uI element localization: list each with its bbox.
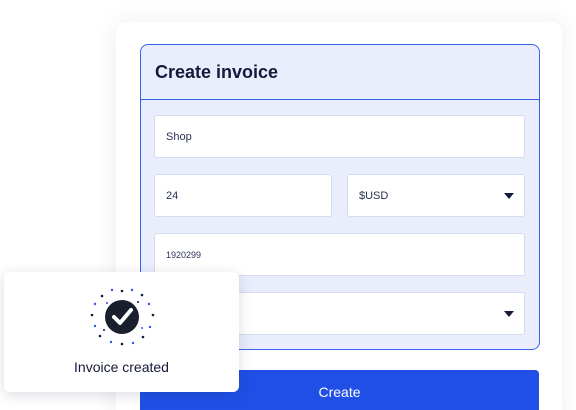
currency-select[interactable]: $USD	[347, 174, 525, 217]
chevron-down-icon	[504, 192, 514, 199]
currency-value: $USD	[359, 189, 389, 202]
check-circle-icon	[90, 288, 155, 346]
amount-field[interactable]: 24	[154, 174, 332, 217]
chevron-down-icon	[504, 310, 514, 317]
success-toast: Invoice created	[4, 272, 239, 392]
toast-message: Invoice created	[74, 359, 169, 375]
shop-field[interactable]: Shop	[154, 115, 525, 158]
form-header: Create invoice	[141, 45, 539, 100]
invoice-number-value: 1920299	[166, 249, 202, 260]
amount-value: 24	[166, 189, 179, 202]
form-title: Create invoice	[155, 61, 279, 82]
shop-value: Shop	[166, 130, 192, 143]
invoice-number-field[interactable]: 1920299	[154, 233, 525, 276]
